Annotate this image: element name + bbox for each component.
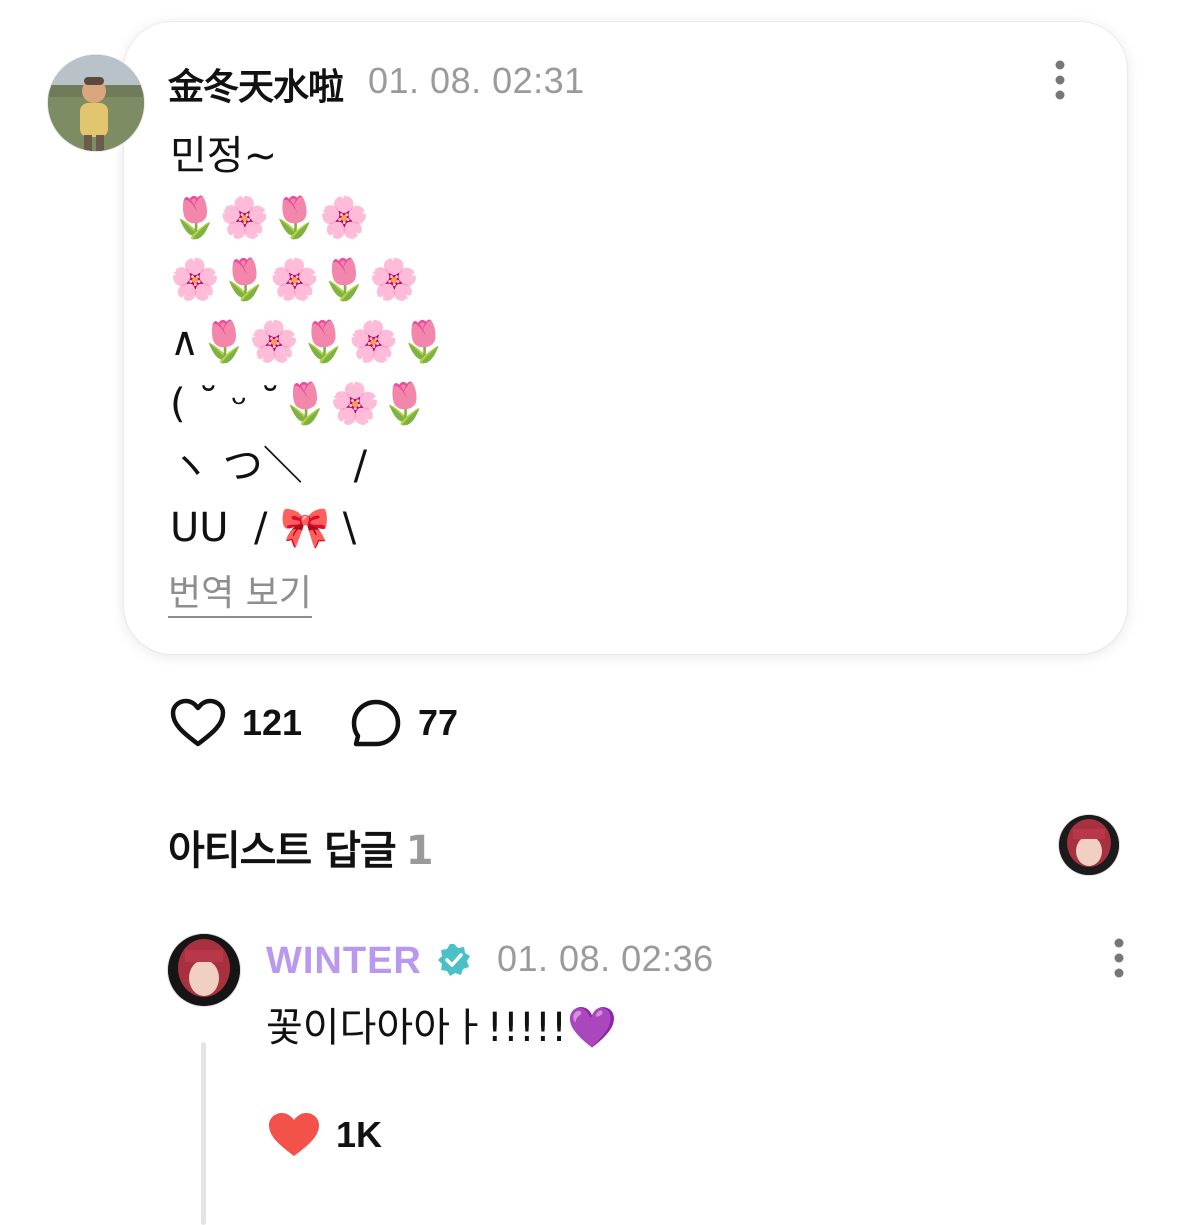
heart-outline-icon xyxy=(170,698,226,747)
more-vertical-icon xyxy=(1055,60,1065,100)
reply-body: 꽃이다아아ㅏ!!!!!💜 xyxy=(266,1005,617,1051)
reply-like-count: 1K xyxy=(336,1114,383,1155)
artist-avatar[interactable] xyxy=(1059,815,1119,875)
avatar-photo-icon xyxy=(48,55,144,151)
post-body-line: ヽ つ＼ / xyxy=(170,443,368,489)
reply-timestamp: 01. 08. 02:36 xyxy=(497,938,714,979)
reply-author-avatar[interactable] xyxy=(168,934,240,1006)
post-body-line: 🌷🌸🌷🌸 xyxy=(170,195,370,241)
post-body: 민정~ 🌷🌸🌷🌸 🌸🌷🌸🌷🌸 ∧🌷🌸🌷🌸🌷 ( ˘ ᵕ ˘🌷🌸🌷 ヽ つ＼ / … xyxy=(170,125,1070,559)
post-body-line: UU / 🎀 \ xyxy=(170,505,357,551)
thread-line xyxy=(201,1042,206,1225)
like-button[interactable]: 121 xyxy=(170,698,302,748)
post-body-line: ( ˘ ᵕ ˘🌷🌸🌷 xyxy=(170,381,430,427)
comment-button[interactable]: 77 xyxy=(350,698,458,748)
artist-replies-header: 아티스트 답글 1 xyxy=(168,818,434,876)
more-vertical-icon xyxy=(1114,938,1124,978)
reply-like-button[interactable]: 1K xyxy=(266,1110,382,1160)
post-body-line: ∧🌷🌸🌷🌸🌷 xyxy=(170,319,449,365)
verified-badge-icon xyxy=(436,942,472,978)
comment-count: 77 xyxy=(418,702,459,743)
like-count: 121 xyxy=(242,702,303,743)
post-body-line: 민정~ xyxy=(170,133,278,179)
reply-more-button[interactable] xyxy=(1101,938,1137,978)
post-detail-page: 金冬天水啦 01. 08. 02:31 민정~ 🌷🌸🌷🌸 🌸🌷🌸🌷🌸 ∧🌷🌸🌷🌸… xyxy=(0,0,1179,1225)
avatar-photo-icon xyxy=(1059,815,1119,875)
post-author-name[interactable]: 金冬天水啦 xyxy=(168,58,344,110)
artist-replies-count: 1 xyxy=(405,828,434,874)
translate-link[interactable]: 번역 보기 xyxy=(168,574,312,618)
post-more-button[interactable] xyxy=(1042,60,1078,100)
post-timestamp: 01. 08. 02:31 xyxy=(368,60,585,101)
comment-bubble-icon xyxy=(351,699,401,747)
heart-filled-icon xyxy=(269,1113,319,1156)
reply-author-name[interactable]: WINTER xyxy=(266,940,422,983)
artist-replies-title: 아티스트 답글 xyxy=(168,828,397,874)
avatar-photo-icon xyxy=(168,934,240,1006)
post-body-line: 🌸🌷🌸🌷🌸 xyxy=(170,257,420,303)
post-author-avatar[interactable] xyxy=(48,55,144,151)
